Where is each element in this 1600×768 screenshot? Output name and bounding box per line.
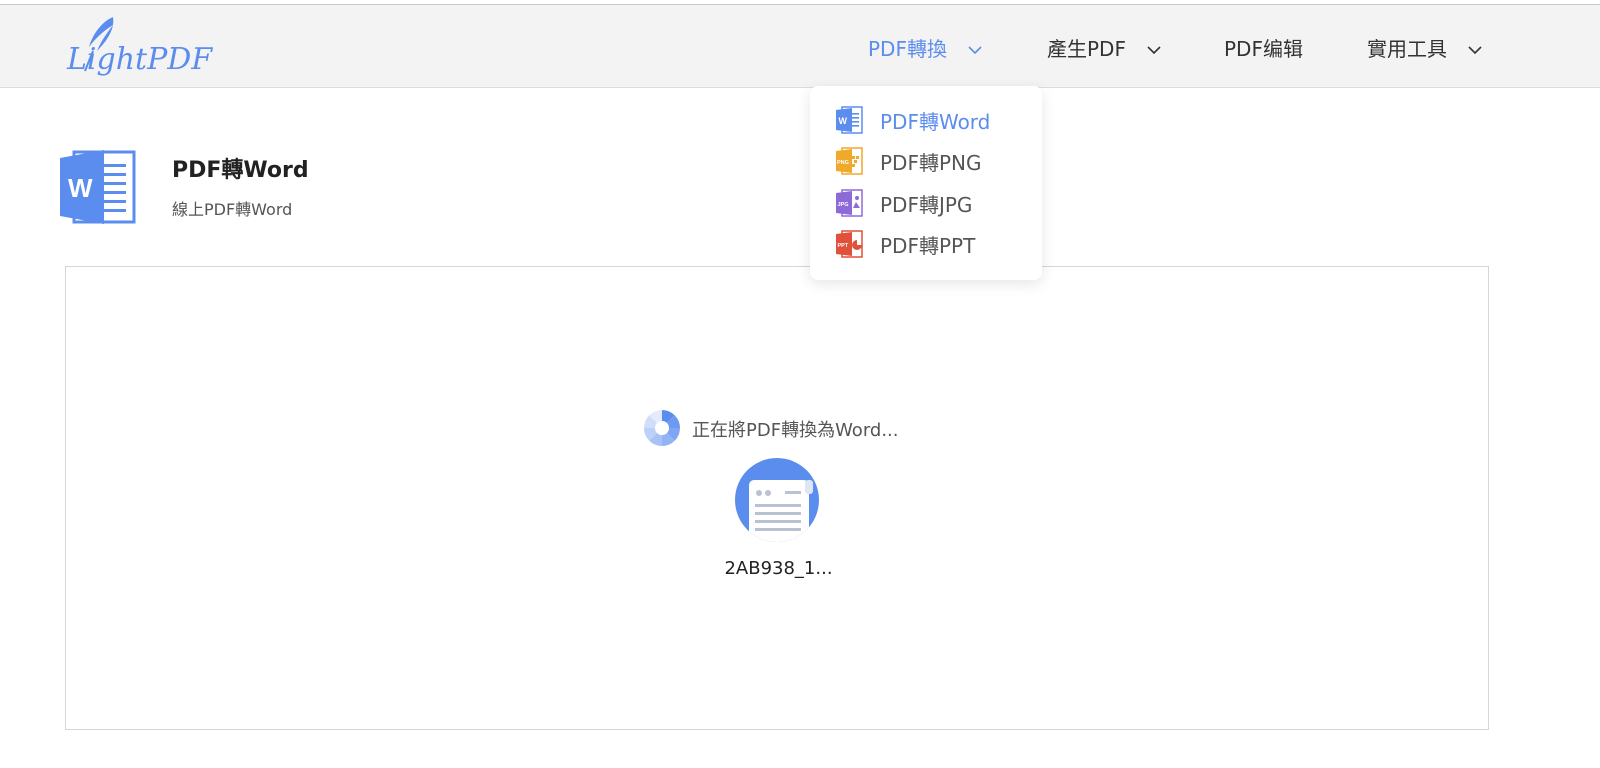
chevron-down-icon [1146,39,1162,55]
nav-pdf-edit[interactable]: PDF编辑 [1224,32,1303,62]
conversion-status: 正在將PDF轉換為Word... [692,420,899,441]
feather-logo-icon: LightPDF [66,17,213,77]
file-document-icon [735,458,819,542]
nav-label: PDF轉換 [868,36,947,61]
nav-pdf-convert[interactable]: PDF轉換 [868,32,983,62]
tool-title: PDF轉Word [172,158,309,183]
png-file-icon: PNG [836,147,863,175]
svg-text:PPT: PPT [838,243,849,249]
menu-item-label: PDF轉PNG [880,150,982,175]
loading-spinner-icon [643,409,681,447]
ppt-file-icon: PPT [836,230,863,258]
jpg-file-icon: JPG [836,189,863,217]
word-file-icon: W [836,106,863,134]
menu-item-pdf-to-ppt[interactable]: PPT PDF轉PPT [834,228,975,260]
menu-item-pdf-to-jpg[interactable]: JPG PDF轉JPG [834,187,972,219]
svg-text:JPG: JPG [838,202,849,208]
menu-item-label: PDF轉Word [880,109,991,134]
chevron-down-icon [967,39,983,55]
nav-create-pdf[interactable]: 產生PDF [1047,32,1162,62]
svg-text:W: W [839,116,848,126]
site-header: LightPDF PDF轉換 產生PDF PDF编辑 實用工具 [0,5,1600,88]
svg-text:PNG: PNG [837,160,849,166]
svg-text:LightPDF: LightPDF [66,42,213,77]
word-doc-icon: W [60,148,138,226]
svg-text:W: W [68,173,93,203]
tool-subtitle: 線上PDF轉Word [172,200,293,219]
file-name: 2AB938_1... [724,558,833,579]
nav-utilities[interactable]: 實用工具 [1367,32,1483,62]
menu-item-pdf-to-png[interactable]: PNG PDF轉PNG [834,145,981,177]
chevron-down-icon [1467,39,1483,55]
menu-item-pdf-to-word[interactable]: W PDF轉Word [834,104,990,136]
nav-label: 產生PDF [1047,36,1126,61]
nav-label: PDF编辑 [1224,36,1303,61]
lightpdf-logo[interactable]: LightPDF [63,11,213,81]
menu-item-label: PDF轉PPT [880,233,976,258]
convert-dropdown-menu: W PDF轉Word PNG PDF轉PNG JPG PDF轉JPG PPT P… [810,86,1042,280]
nav-label: 實用工具 [1367,36,1447,61]
menu-item-label: PDF轉JPG [880,192,973,217]
